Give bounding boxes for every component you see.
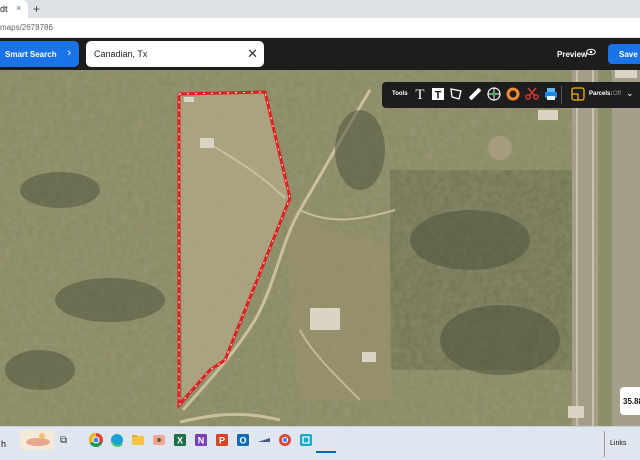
excel-icon[interactable]: X — [171, 431, 189, 449]
browser-tab[interactable]: dt × — [0, 0, 28, 18]
edge-icon[interactable] — [108, 431, 126, 449]
app-icon[interactable] — [255, 431, 273, 449]
tools-label: Tools — [392, 91, 408, 97]
taskbar-search[interactable]: h — [0, 427, 20, 449]
taskbar-divider — [604, 431, 605, 457]
weather-widget[interactable] — [20, 430, 54, 450]
tab-close-icon[interactable]: × — [16, 3, 21, 13]
parcels-label: Parcels: — [589, 91, 613, 97]
ruler-icon[interactable] — [467, 87, 483, 103]
svg-text:P: P — [219, 436, 225, 446]
chevron-right-icon: › — [67, 47, 71, 59]
chrome-icon[interactable] — [276, 431, 294, 449]
app-header: Smart Search › Canadian, Tx ✕ Preview Sa… — [0, 38, 640, 70]
svg-text:T: T — [435, 90, 442, 102]
text-box-icon[interactable]: T — [430, 87, 446, 103]
globe-icon[interactable] — [486, 87, 502, 103]
svg-text:N: N — [198, 436, 205, 446]
task-view-icon[interactable]: ⧉ — [60, 435, 67, 446]
chrome-icon[interactable] — [87, 431, 105, 449]
eye-icon[interactable] — [586, 48, 596, 58]
browser-tabstrip: dt × + — [0, 0, 640, 18]
scissors-icon[interactable] — [524, 87, 540, 103]
print-icon[interactable] — [543, 87, 559, 103]
toolbar-divider — [561, 86, 562, 104]
parcels-icon[interactable] — [570, 87, 586, 103]
screen-snip-icon[interactable] — [297, 431, 315, 449]
text-icon[interactable]: T — [412, 87, 428, 103]
save-button[interactable]: Save — [608, 44, 640, 64]
donut-icon[interactable] — [505, 87, 521, 103]
powerpoint-icon[interactable]: P — [213, 431, 231, 449]
url-text[interactable]: maps/2678786 — [0, 23, 53, 32]
svg-text:O: O — [239, 436, 246, 446]
chevron-down-icon[interactable]: ⌄ — [626, 88, 634, 99]
links-toolbar[interactable]: Links — [610, 440, 626, 447]
windows-taskbar: h ⧉ X N P O Links — [0, 426, 640, 460]
map-imagery — [0, 70, 640, 426]
preview-button[interactable]: Preview — [557, 50, 587, 59]
smart-search-label: Smart Search — [5, 50, 57, 59]
outlook-icon[interactable]: O — [234, 431, 252, 449]
photos-icon[interactable] — [150, 431, 168, 449]
coordinate-readout: 35.88 — [620, 387, 640, 415]
tab-title: dt — [0, 4, 8, 14]
search-input[interactable]: Canadian, Tx — [94, 49, 147, 59]
polygon-icon[interactable] — [448, 87, 464, 103]
file-explorer-icon[interactable] — [129, 431, 147, 449]
new-tab-button[interactable]: + — [33, 2, 40, 16]
active-app-indicator — [316, 451, 336, 453]
svg-text:X: X — [177, 436, 183, 446]
satellite-map[interactable] — [0, 70, 640, 426]
onenote-icon[interactable]: N — [192, 431, 210, 449]
smart-search-button[interactable]: Smart Search › — [0, 41, 79, 67]
clear-search-icon[interactable]: ✕ — [247, 46, 258, 62]
location-search-field[interactable]: Canadian, Tx ✕ — [86, 41, 264, 67]
parcels-toggle[interactable]: Off — [613, 91, 621, 97]
address-bar[interactable]: maps/2678786 — [0, 18, 640, 38]
